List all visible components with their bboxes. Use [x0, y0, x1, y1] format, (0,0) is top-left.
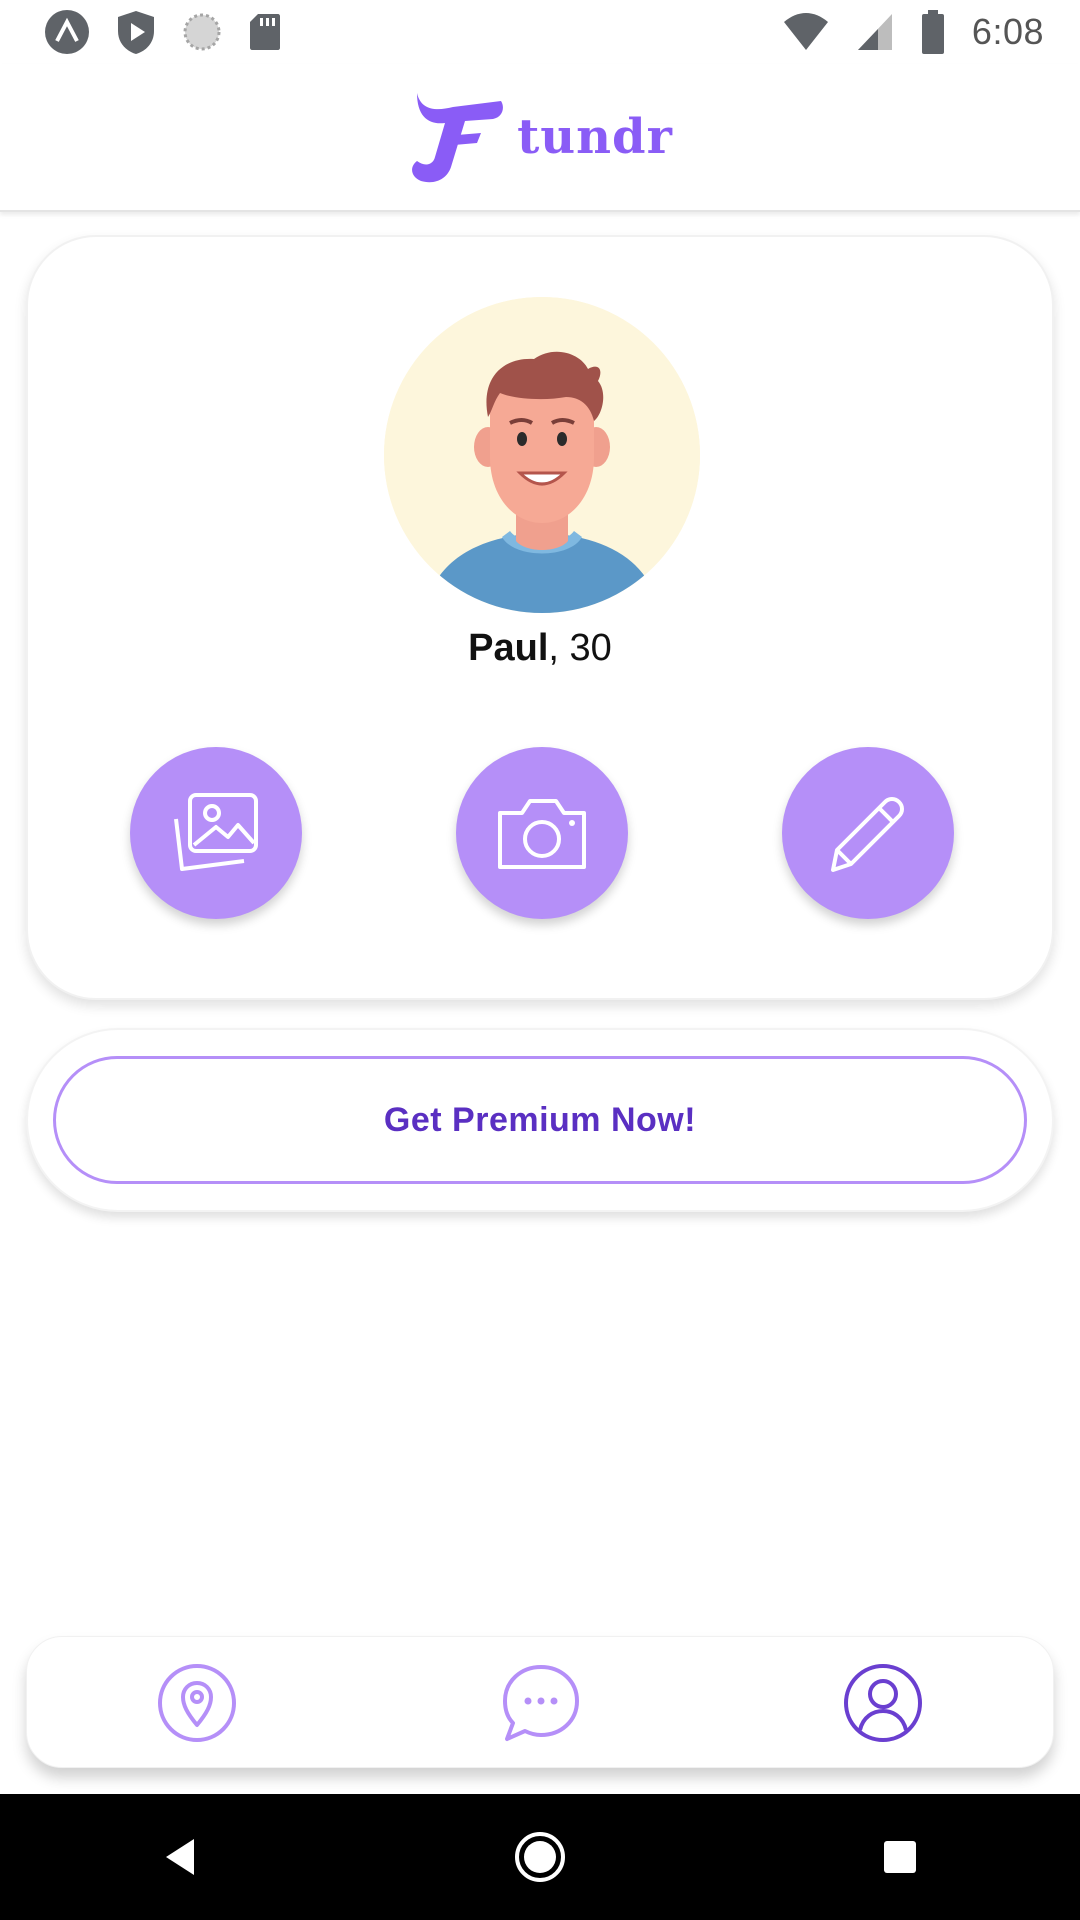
profile-name-line: Paul, 30	[28, 627, 1052, 670]
profile-name: Paul	[468, 627, 549, 669]
status-bar: 6:08	[0, 0, 1080, 64]
expo-icon	[45, 10, 89, 54]
status-right-icons: 6:08	[782, 10, 1044, 54]
app-header: tundr	[0, 64, 1080, 212]
pencil-icon	[831, 797, 904, 872]
brand-name: tundr	[517, 109, 673, 165]
user-avatar-illustration	[384, 297, 700, 613]
profile-age: 30	[569, 627, 612, 669]
gallery-button[interactable]	[130, 747, 302, 919]
nav-home-button[interactable]	[500, 1817, 580, 1897]
profile-card: Paul, 30	[26, 235, 1054, 1000]
sync-icon	[183, 13, 221, 51]
tab-profile[interactable]	[843, 1663, 923, 1743]
tab-chat[interactable]	[501, 1663, 581, 1743]
status-time: 6:08	[971, 11, 1044, 52]
profile-icon	[844, 1664, 922, 1742]
signal-icon	[857, 14, 892, 50]
nav-recents-button[interactable]	[860, 1817, 940, 1897]
system-nav-bar	[0, 1794, 1080, 1920]
profile-separator: ,	[548, 627, 570, 669]
back-icon	[166, 1839, 194, 1875]
status-left-icons	[44, 9, 282, 55]
home-icon	[515, 1832, 565, 1882]
shield-play-icon	[118, 11, 154, 54]
tab-map[interactable]	[157, 1663, 237, 1743]
tundr-logo-icon	[412, 93, 504, 183]
gallery-icon	[174, 793, 258, 871]
sd-card-icon	[250, 14, 280, 50]
bottom-tab-bar	[26, 1636, 1054, 1768]
chat-bubble-icon	[503, 1665, 579, 1741]
recents-icon	[884, 1841, 916, 1873]
nav-back-button[interactable]	[140, 1817, 220, 1897]
avatar[interactable]	[384, 297, 700, 613]
camera-button[interactable]	[456, 747, 628, 919]
location-pin-icon	[158, 1664, 236, 1742]
camera-icon	[498, 799, 586, 869]
battery-icon	[921, 10, 944, 54]
get-premium-button[interactable]: Get Premium Now!	[53, 1056, 1027, 1184]
edit-button[interactable]	[782, 747, 954, 919]
wifi-icon	[783, 13, 828, 50]
premium-card: Get Premium Now!	[26, 1028, 1054, 1212]
